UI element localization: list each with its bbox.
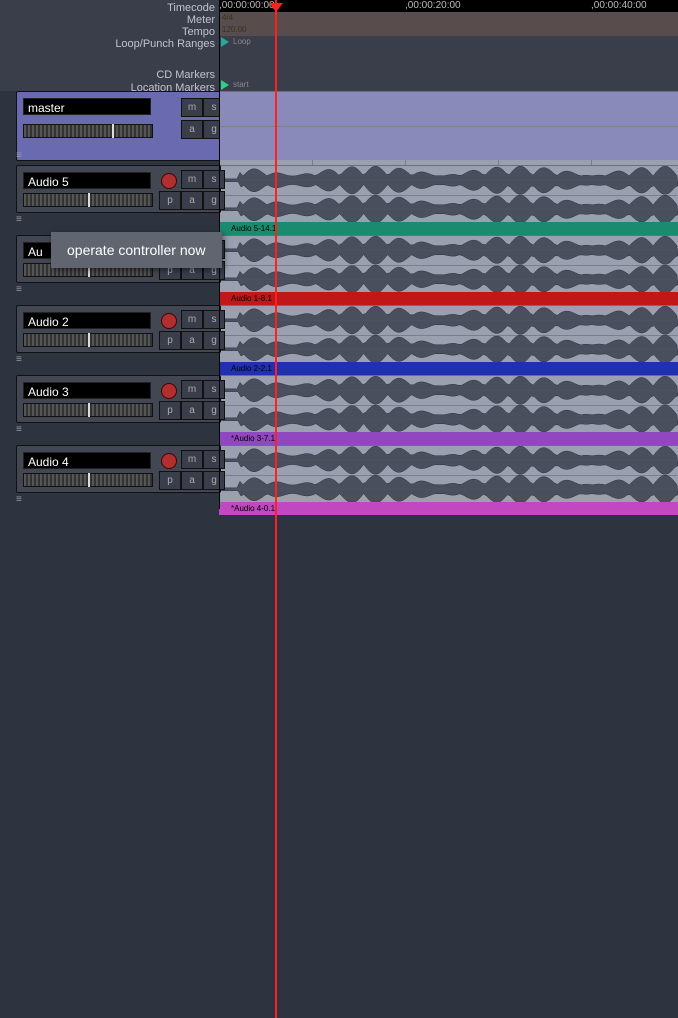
tempo-value: 120.00 — [222, 25, 246, 34]
track-resize-handle[interactable]: ≡ — [16, 494, 30, 502]
automation-button[interactable]: a — [181, 191, 203, 210]
track-resize-handle[interactable]: ≡ — [16, 150, 30, 158]
location-flag-label: start — [233, 80, 249, 89]
fader-handle[interactable] — [88, 333, 90, 347]
track-name-input[interactable]: Audio 3 — [23, 382, 151, 399]
audio-region[interactable] — [219, 305, 678, 363]
track-header[interactable]: Audio 3 m s p a g — [16, 375, 221, 423]
solo-button[interactable]: s — [203, 310, 225, 329]
mute-button[interactable]: m — [181, 380, 203, 399]
timecode-ruler[interactable]: ,00:00:00:00 ,00:00:20:00 ,00:00:40:00 — [219, 0, 678, 12]
ruler-body[interactable]: ,00:00:00:00 ,00:00:20:00 ,00:00:40:00 4… — [219, 0, 678, 91]
fader-handle[interactable] — [88, 403, 90, 417]
track-lane[interactable]: *Audio 3-7.1 — [219, 375, 678, 445]
playhead-marker-icon[interactable] — [269, 3, 283, 12]
track-lane[interactable]: Audio 1-8.1 — [219, 235, 678, 305]
track-fader[interactable] — [23, 124, 153, 138]
audio-region[interactable] — [219, 445, 678, 503]
record-arm-button[interactable] — [161, 173, 177, 189]
playlist-button[interactable]: p — [159, 401, 181, 420]
playlist-button[interactable]: p — [159, 331, 181, 350]
mute-button[interactable]: m — [181, 98, 203, 117]
timecode-tick: ,00:00:40:00 — [591, 0, 647, 11]
track-fader[interactable] — [23, 473, 153, 487]
track-fader[interactable] — [23, 333, 153, 347]
meter-ruler[interactable]: 4/4 — [219, 12, 678, 24]
track-fader[interactable] — [23, 403, 153, 417]
track-resize-handle[interactable]: ≡ — [16, 214, 30, 222]
region-title-bar[interactable]: Audio 2-2.1 — [219, 362, 678, 375]
mute-button[interactable]: m — [181, 170, 203, 189]
group-button[interactable]: g — [203, 331, 225, 350]
track-lane[interactable]: Audio 2-2.1 — [219, 305, 678, 375]
audio-region[interactable] — [219, 375, 678, 433]
loop-flag-icon[interactable] — [221, 37, 229, 47]
tooltip: operate controller now — [51, 232, 222, 268]
record-arm-button[interactable] — [161, 453, 177, 469]
ruler-label-cd: CD Markers — [156, 69, 215, 81]
fader-handle[interactable] — [88, 473, 90, 487]
track-name-input[interactable]: Audio 5 — [23, 172, 151, 189]
automation-button[interactable]: a — [181, 120, 203, 139]
timecode-tick: ,00:00:00:00 — [219, 0, 275, 11]
track-lane[interactable]: *Audio 4-0.1 — [219, 445, 678, 515]
track-header[interactable]: Audio 2 m s p a g — [16, 305, 221, 353]
automation-button[interactable]: a — [181, 331, 203, 350]
timecode-tick: ,00:00:20:00 — [405, 0, 461, 11]
ruler-labels: Timecode Meter Tempo Loop/Punch Ranges C… — [0, 0, 219, 91]
track-lane[interactable]: Audio 5-14.1 — [219, 165, 678, 235]
automation-button[interactable]: a — [181, 471, 203, 490]
playlist-button[interactable]: p — [159, 471, 181, 490]
solo-button[interactable]: s — [203, 170, 225, 189]
region-title-bar[interactable]: Audio 1-8.1 — [219, 292, 678, 305]
loop-ruler[interactable]: Loop — [219, 36, 678, 52]
meter-value: 4/4 — [222, 13, 233, 22]
cd-marker-ruler[interactable] — [219, 52, 678, 68]
record-arm-button[interactable] — [161, 313, 177, 329]
location-flag-icon[interactable] — [221, 80, 229, 90]
track-resize-handle[interactable]: ≡ — [16, 284, 30, 292]
ruler-label-loop: Loop/Punch Ranges — [115, 38, 215, 50]
timeline-canvas[interactable]: Audio 5-14.1 Audio 1-8.1 Audio 2-2.1 *Au… — [219, 91, 678, 509]
ruler-area: Timecode Meter Tempo Loop/Punch Ranges C… — [0, 0, 678, 91]
solo-button[interactable]: s — [203, 380, 225, 399]
region-title-bar[interactable]: *Audio 3-7.1 — [219, 432, 678, 445]
audio-region[interactable] — [219, 235, 678, 293]
group-button[interactable]: g — [203, 191, 225, 210]
playlist-button[interactable]: p — [159, 191, 181, 210]
fader-handle[interactable] — [88, 193, 90, 207]
group-button[interactable]: g — [203, 401, 225, 420]
mute-button[interactable]: m — [181, 450, 203, 469]
track-name-input[interactable]: master — [23, 98, 151, 115]
ruler-label-meter: Meter — [187, 14, 215, 26]
location-ruler[interactable]: start — [219, 79, 678, 91]
automation-button[interactable]: a — [181, 401, 203, 420]
tempo-ruler[interactable]: 120.00 — [219, 24, 678, 36]
ruler-label-timecode: Timecode — [167, 2, 215, 14]
track-header-master[interactable]: master m s a g — [16, 91, 221, 161]
mute-button[interactable]: m — [181, 310, 203, 329]
playhead[interactable] — [275, 0, 277, 1018]
solo-button[interactable]: s — [203, 450, 225, 469]
track-header[interactable]: Audio 5 m s p a g — [16, 165, 221, 213]
loop-flag-label: Loop — [233, 37, 251, 46]
group-button[interactable]: g — [203, 471, 225, 490]
track-resize-handle[interactable]: ≡ — [16, 354, 30, 362]
track-name-input[interactable]: Audio 4 — [23, 452, 151, 469]
track-resize-handle[interactable]: ≡ — [16, 424, 30, 432]
track-fader[interactable] — [23, 193, 153, 207]
audio-region[interactable] — [219, 165, 678, 223]
record-arm-button[interactable] — [161, 383, 177, 399]
ruler-label-tempo: Tempo — [182, 26, 215, 38]
master-lane[interactable] — [219, 91, 678, 160]
fader-handle[interactable] — [112, 124, 114, 138]
track-name-input[interactable]: Audio 2 — [23, 312, 151, 329]
region-title-bar[interactable]: Audio 5-14.1 — [219, 222, 678, 235]
track-header[interactable]: Audio 4 m s p a g — [16, 445, 221, 493]
